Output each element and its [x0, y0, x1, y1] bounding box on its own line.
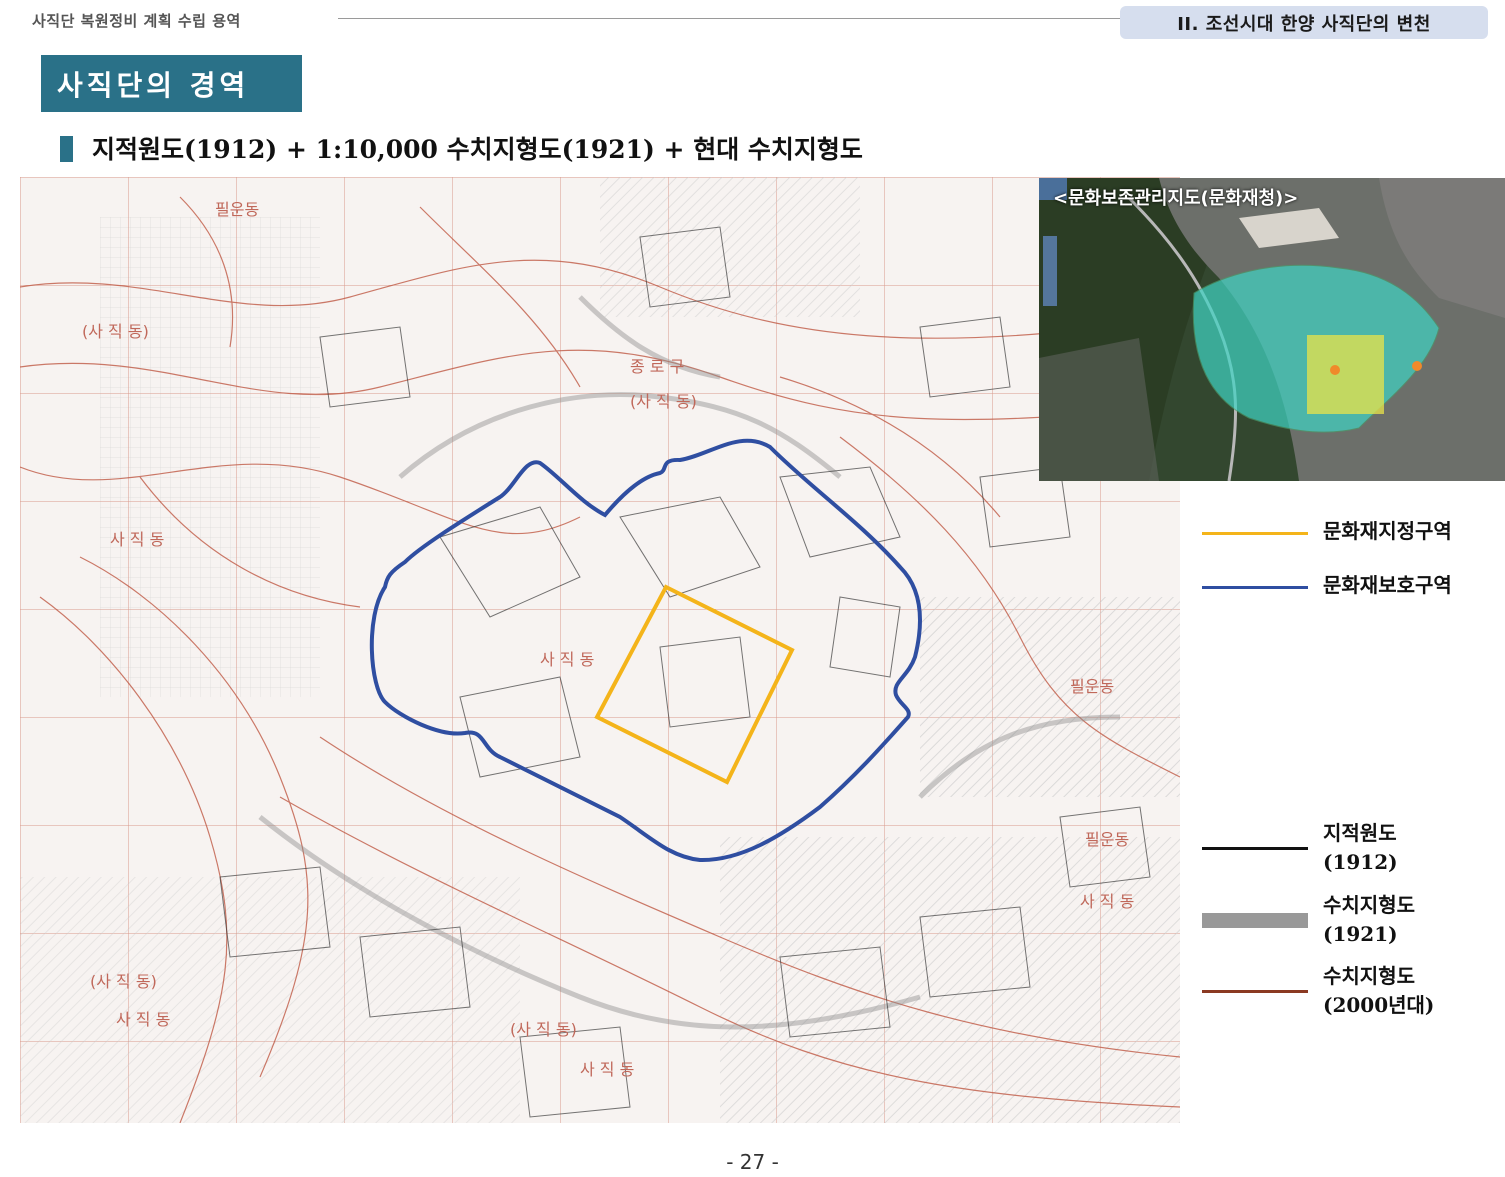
- legend-swatch-protection: [1202, 586, 1308, 589]
- legend-label-protection: 문화재보호구역: [1323, 573, 1452, 597]
- map-label: 사 직 동: [1080, 892, 1134, 911]
- legend-label-designated: 문화재지정구역: [1323, 519, 1452, 543]
- section-title: 사직단의 경역: [41, 55, 302, 112]
- map-label: 사 직 동: [116, 1010, 170, 1029]
- legend-label-line: (1921): [1323, 922, 1398, 946]
- subheading-marker: [60, 136, 73, 162]
- legend-label-line: 수치지형도: [1323, 964, 1415, 988]
- map-label: (사 직 동): [82, 322, 149, 341]
- legend-swatch-designated: [1202, 532, 1308, 535]
- chapter-badge: II. 조선시대 한양 사직단의 변천: [1120, 6, 1488, 39]
- legend-label-line: 수치지형도: [1323, 893, 1415, 917]
- inset-satellite-map: <문화보존관리지도(문화재청)>: [1039, 178, 1505, 481]
- legend-swatch-topo-2000s: [1202, 990, 1308, 993]
- legend-label-cadastral-1912: 지적원도 (1912): [1323, 819, 1398, 877]
- legend-swatch-cadastral-1912: [1202, 847, 1308, 850]
- map-label: 사 직 동: [540, 650, 594, 669]
- subheading: 지적원도(1912) + 1:10,000 수치지형도(1921) + 현대 수…: [92, 135, 863, 164]
- map-label: (사 직 동): [90, 972, 157, 991]
- map-label: 사 직 동: [110, 530, 164, 549]
- page-number: - 27 -: [726, 1150, 779, 1174]
- legend-swatch-topo-1921: [1202, 913, 1308, 928]
- document-title: 사직단 복원정비 계획 수립 용역: [32, 12, 241, 30]
- map-label: 필운동: [1085, 830, 1129, 849]
- map-label: 사 직 동: [580, 1060, 634, 1079]
- map-label: 필운동: [1070, 677, 1114, 696]
- inset-title: <문화보존관리지도(문화재청)>: [1053, 188, 1299, 209]
- inset-designated-zone: [1307, 335, 1384, 414]
- map-label: 필운동: [215, 200, 259, 219]
- legend-label-line: (1912): [1323, 850, 1398, 874]
- map-label: (사 직 동): [630, 392, 697, 411]
- legend-label-line: (2000년대): [1323, 993, 1435, 1017]
- legend-label-topo-1921: 수치지형도 (1921): [1323, 891, 1415, 949]
- legend-label-topo-2000s: 수치지형도 (2000년대): [1323, 962, 1434, 1020]
- map-label: 종 로 구: [630, 357, 684, 376]
- map-label: (사 직 동): [510, 1020, 577, 1039]
- header-divider: [338, 18, 1120, 19]
- legend-label-line: 지적원도: [1323, 821, 1397, 845]
- overlay-map: 필운동 (사 직 동) 종 로 구 (사 직 동) 사 직 동 사 직 동 필운…: [20, 177, 1180, 1123]
